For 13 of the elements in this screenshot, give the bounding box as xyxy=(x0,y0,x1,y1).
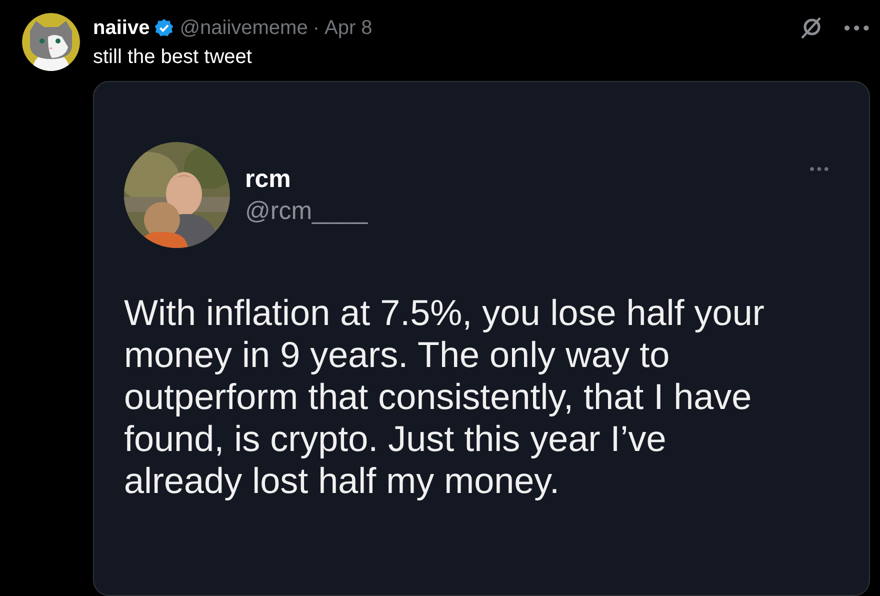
embedded-screenshot[interactable]: rcm @rcm____ With inflation at 7.5%, you lose half your money in 9 years. The only way to outperform that consistently, that I have found, is crypto. Just this year I’ve already lost half my money. xyxy=(93,81,870,596)
post-date[interactable]: Apr 8 xyxy=(324,13,372,43)
more-icon[interactable] xyxy=(808,166,829,172)
more-icon[interactable] xyxy=(842,24,870,32)
screenshot-tweet-text: With inflation at 7.5%, you lose half your money in 9 years. The only way to outperform that consistently, that I have found, is crypto. Just this year I’ve already lost half my money. xyxy=(124,292,766,502)
cat-avatar[interactable] xyxy=(22,13,80,71)
screenshot-author-name: rcm xyxy=(245,164,292,195)
screenshot-author-handle: @rcm____ xyxy=(245,196,369,227)
post-text: still the best tweet xyxy=(93,45,253,70)
author-name[interactable]: naiive xyxy=(93,13,150,43)
author-handle[interactable]: @naiivememe xyxy=(180,13,308,43)
separator: · xyxy=(312,16,320,41)
slashed-circle-icon[interactable] xyxy=(798,15,823,41)
